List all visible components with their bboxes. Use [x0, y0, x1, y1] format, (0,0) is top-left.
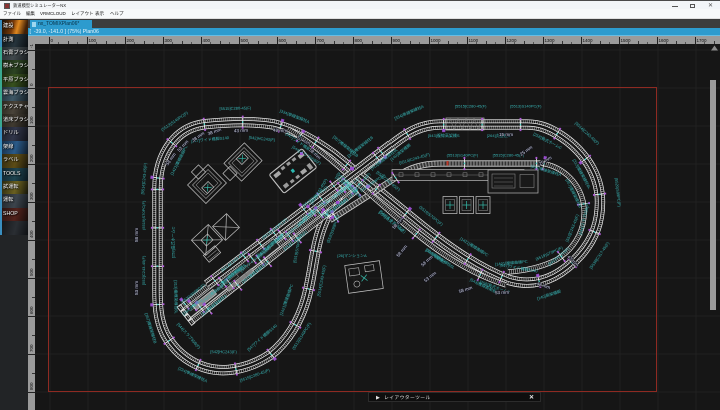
svg-text:58 mm: 58 mm: [134, 228, 139, 242]
svg-text:(5513)S140PC(F): (5513)S140PC(F): [447, 153, 479, 158]
svg-text:[552]C243-45(F): [552]C243-45(F): [141, 255, 146, 285]
svg-text:53 mm: 53 mm: [495, 290, 509, 295]
svg-text:(5519)S70PC(F): (5519)S70PC(F): [141, 200, 146, 230]
svg-text:15 mm: 15 mm: [499, 132, 513, 137]
svg-text:[258]島式ホームC: [258]島式ホームC: [170, 226, 176, 258]
svg-text:[5515]C280-45(F): [5515]C280-45(F): [219, 105, 251, 111]
svg-text:[313]複線架線柱6L: [313]複線架線柱6L: [173, 280, 180, 314]
svg-text:[542]HC243(F): [542]HC243(F): [210, 349, 237, 354]
svg-text:(5513)S140PC(F): (5513)S140PC(F): [510, 104, 542, 109]
svg-text:[5515]C280-45(F): [5515]C280-45(F): [455, 104, 487, 109]
svg-text:48 mm: 48 mm: [273, 128, 287, 134]
svg-text:[26]マンションA: [26]マンションA: [337, 253, 367, 258]
svg-text:[543]複線高架橋S: [543]複線高架橋S: [428, 132, 460, 138]
svg-text:53 mm: 53 mm: [134, 281, 139, 295]
svg-text:43 mm: 43 mm: [234, 128, 248, 134]
